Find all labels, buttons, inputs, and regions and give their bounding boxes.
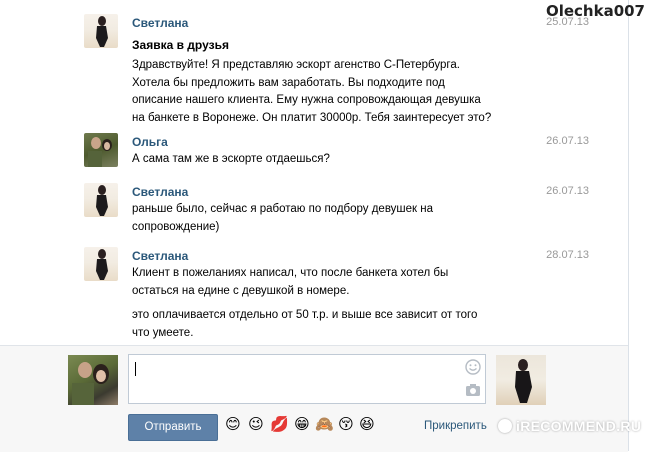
message-date: 28.07.13 <box>546 249 589 261</box>
message-author[interactable]: Светлана <box>132 16 188 30</box>
message-subject: Заявка в друзья <box>132 38 229 52</box>
message-text: раньше было, сейчас я работаю по подбору… <box>132 203 434 233</box>
avatar-photo <box>96 185 108 216</box>
avatar-photo <box>96 249 108 280</box>
recommend-logo-icon <box>498 419 512 433</box>
message-text: Здравствуйте! Я представляю эскорт агенс… <box>132 59 492 124</box>
avatar-photo <box>515 359 532 403</box>
message-author[interactable]: Ольга <box>132 135 168 149</box>
send-button[interactable]: Отправить <box>128 414 218 441</box>
avatar[interactable] <box>84 133 118 167</box>
message-input[interactable] <box>128 354 486 404</box>
peer-avatar[interactable] <box>496 355 546 405</box>
watermark-site: iRECOMMEND.RU <box>498 418 641 434</box>
message-author[interactable]: Светлана <box>132 249 188 263</box>
emoji-smile-icon[interactable]: 😊 <box>224 416 242 434</box>
avatar[interactable] <box>84 247 118 281</box>
message-date: 26.07.13 <box>546 185 589 197</box>
avatar-photo <box>88 137 112 167</box>
avatar-photo <box>96 16 108 47</box>
message-text: Клиент в пожеланиях написал, что после б… <box>132 267 449 297</box>
avatar-photo <box>72 362 109 405</box>
emoji-wink-icon[interactable]: 😉 <box>247 416 265 434</box>
message-date: 25.07.13 <box>546 16 589 28</box>
emoji-blush-kiss-icon[interactable]: 😚 <box>337 416 355 434</box>
watermark-site-text: iRECOMMEND.RU <box>516 418 642 434</box>
emoji-monkey-icon[interactable]: 🙈 <box>315 416 334 434</box>
message-text: это оплачивается отдельно от 50 т.р. и в… <box>132 309 478 339</box>
camera-icon[interactable] <box>465 383 481 397</box>
avatar[interactable] <box>84 183 118 217</box>
message-date: 26.07.13 <box>546 135 589 147</box>
attach-link[interactable]: Прикрепить <box>424 420 487 432</box>
message-text: А сама там же в эскорте отдаешься? <box>132 153 330 165</box>
emoji-laugh-icon[interactable]: 😆 <box>358 416 376 434</box>
text-caret <box>135 362 136 376</box>
my-avatar[interactable] <box>68 355 118 405</box>
message-author[interactable]: Светлана <box>132 185 188 199</box>
emoji-kiss-icon[interactable]: 💋 <box>270 416 289 434</box>
avatar[interactable] <box>84 14 118 48</box>
emoji-grin-icon[interactable]: 😁 <box>293 416 311 434</box>
smile-icon[interactable] <box>465 359 481 375</box>
